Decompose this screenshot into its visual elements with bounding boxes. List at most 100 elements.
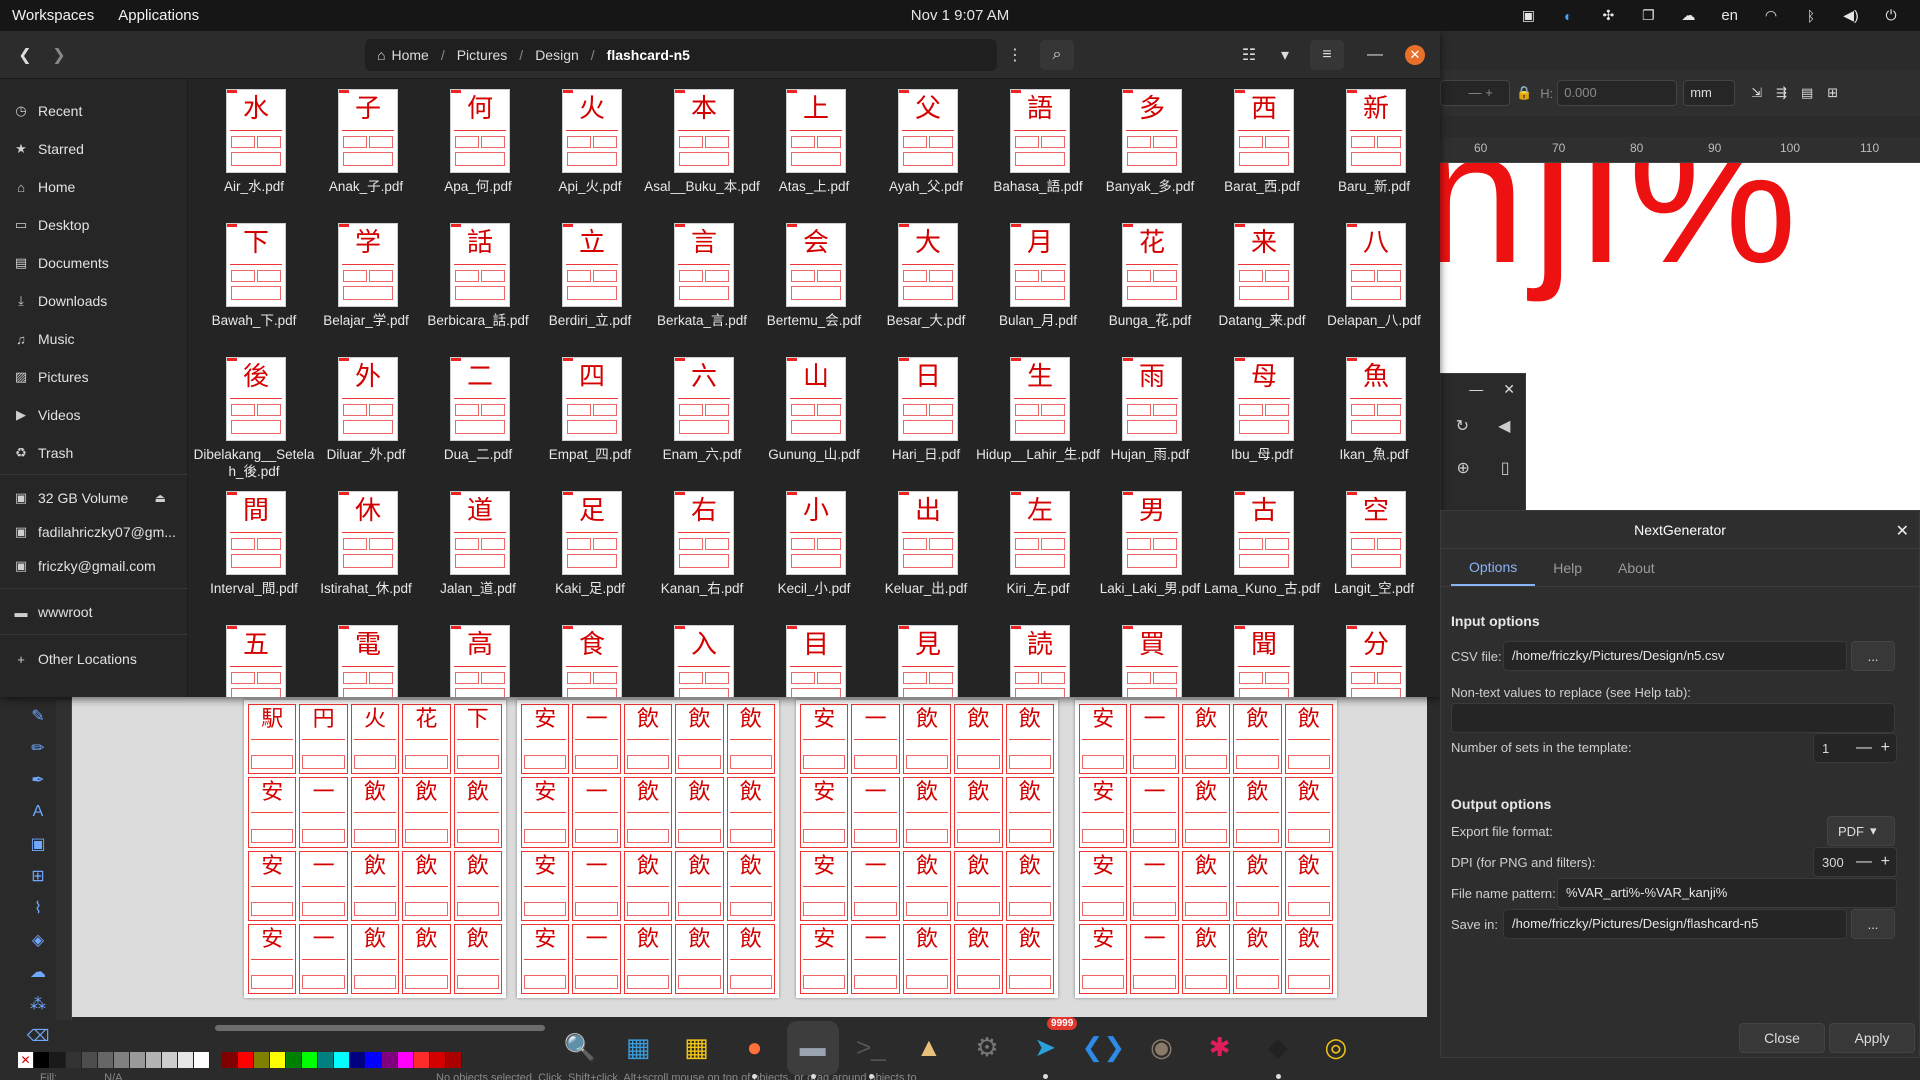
template-page[interactable]: 安一飲飲飲安一飲飲飲安一飲飲飲安一飲飲飲 [1075, 700, 1337, 998]
canvas-text[interactable]: nji% [1440, 163, 1803, 306]
flashcard[interactable]: 飲 [675, 923, 724, 994]
chevron-left-icon[interactable]: ◀ [1498, 416, 1510, 436]
file-item[interactable]: 生 Hidup__Lahir_生.pdf [976, 351, 1100, 485]
file-item[interactable]: 山 Gunung_山.pdf [758, 351, 870, 485]
sidebar-item-other-locations[interactable]: + Other Locations [0, 644, 188, 674]
main-menu-button[interactable]: ≡ [1310, 40, 1344, 70]
file-item[interactable]: 読 [982, 619, 1094, 697]
color-palette[interactable]: ✕ [18, 1052, 462, 1068]
flashcard[interactable]: 安 [800, 923, 849, 994]
scale-stroke-icon[interactable]: ⇶ [1776, 85, 1787, 101]
file-item[interactable]: 語 Bahasa_語.pdf [982, 83, 1094, 217]
back-button[interactable]: ❮ [8, 40, 42, 70]
color-icon[interactable]: ◐ [1551, 0, 1585, 31]
flashcard[interactable]: 飲 [726, 777, 775, 848]
file-item[interactable]: 多 Banyak_多.pdf [1094, 83, 1206, 217]
files-icon[interactable]: ▬ [786, 1020, 839, 1079]
flashcard[interactable]: 飲 [675, 777, 724, 848]
file-item[interactable]: 子 Anak_子.pdf [310, 83, 422, 217]
close-button[interactable]: ✕ [1405, 45, 1425, 65]
puzzle-icon[interactable]: ✣ [1591, 0, 1625, 31]
breadcrumb-pictures[interactable]: Pictures [457, 47, 508, 63]
flashcard[interactable]: 飲 [402, 777, 451, 848]
file-item[interactable]: 魚 Ikan_魚.pdf [1318, 351, 1430, 485]
file-item[interactable]: 母 Ibu_母.pdf [1206, 351, 1318, 485]
file-item[interactable]: 言 Berkata_言.pdf [646, 217, 758, 351]
mesh-tool-icon[interactable]: ⊞ [18, 860, 58, 892]
text-tool-icon[interactable]: A [18, 796, 58, 828]
file-item[interactable]: 火 Api_火.pdf [534, 83, 646, 217]
flashcard[interactable]: 飲 [954, 704, 1003, 775]
file-item[interactable]: 大 Besar_大.pdf [870, 217, 982, 351]
clock[interactable]: Nov 1 9:07 AM [911, 7, 1009, 24]
flashcard[interactable]: 一 [572, 704, 621, 775]
flashcard[interactable]: 飲 [954, 923, 1003, 994]
close-button[interactable]: Close [1739, 1023, 1825, 1053]
csv-file-field[interactable]: /home/friczky/Pictures/Design/n5.csv [1503, 641, 1847, 671]
eraser-tool-icon[interactable]: ⌫ [18, 1020, 58, 1052]
flashcard[interactable]: 安 [1079, 850, 1128, 921]
settings-icon[interactable]: ⚙ [961, 1021, 1013, 1075]
template-page[interactable]: 駅円火花下安一飲飲飲安一飲飲飲安一飲飲飲 [244, 700, 506, 998]
flashcard[interactable]: 飲 [453, 850, 502, 921]
sidebar-item-trash[interactable]: ♻ Trash [0, 438, 188, 468]
color-swatch[interactable] [254, 1052, 270, 1068]
file-item[interactable]: 見 [870, 619, 982, 697]
file-item[interactable]: 足 Kaki_足.pdf [534, 485, 646, 619]
close-icon[interactable]: ✕ [1503, 381, 1515, 398]
screenshot-app-icon[interactable]: ▦ [612, 1021, 664, 1075]
file-item[interactable]: 六 Enam_六.pdf [646, 351, 758, 485]
color-swatch[interactable] [114, 1052, 130, 1068]
color-swatch[interactable] [238, 1052, 254, 1068]
workspaces-button[interactable]: Workspaces [0, 7, 106, 24]
flashcard[interactable]: 安 [521, 850, 570, 921]
firefox-icon[interactable]: ● [728, 1021, 780, 1079]
flashcard[interactable]: 飲 [350, 777, 400, 848]
flashcard[interactable]: 飲 [954, 850, 1003, 921]
flashcard[interactable]: 飲 [1181, 923, 1231, 994]
wifi-icon[interactable]: ◠ [1754, 0, 1788, 31]
file-item[interactable]: 買 [1094, 619, 1206, 697]
plus-icon[interactable]: + [1875, 739, 1896, 757]
window-icon[interactable]: ❐ [1631, 0, 1665, 31]
file-item[interactable]: 入 [646, 619, 758, 697]
sidebar-item-volume[interactable]: ▣ 32 GB Volume ⏏ [0, 483, 188, 513]
flashcard[interactable]: 飲 [726, 704, 775, 775]
flashcard[interactable]: 飲 [350, 850, 400, 921]
breadcrumb-design[interactable]: Design [535, 47, 579, 63]
sidebar-item-home[interactable]: ⌂ Home [0, 172, 188, 202]
tab-options[interactable]: Options [1451, 549, 1536, 586]
apply-button[interactable]: Apply [1829, 1023, 1915, 1053]
flashcard[interactable]: 安 [800, 704, 849, 775]
flashcard[interactable]: 飲 [675, 850, 724, 921]
zoom-icon[interactable]: ⊕ [1456, 458, 1469, 478]
csv-browse-button[interactable]: ... [1851, 641, 1895, 671]
color-swatch[interactable] [302, 1052, 318, 1068]
flashcard[interactable]: 一 [299, 777, 348, 848]
flashcard[interactable]: 安 [521, 777, 570, 848]
sidebar-item-music[interactable]: ♫ Music [0, 324, 188, 354]
flashcard[interactable]: 安 [1079, 777, 1128, 848]
color-swatch[interactable] [82, 1052, 98, 1068]
pencil-tool-icon[interactable]: ✏ [18, 732, 58, 764]
file-item[interactable]: 聞 [1206, 619, 1318, 697]
flashcard[interactable]: 飲 [1181, 777, 1231, 848]
color-swatch[interactable] [414, 1052, 430, 1068]
flashcard[interactable]: 安 [521, 923, 570, 994]
sidebar-item-wwwroot[interactable]: ▬ wwwroot [0, 597, 188, 627]
file-item[interactable]: 何 Apa_何.pdf [422, 83, 534, 217]
transform-icon[interactable]: ⇲ [1751, 85, 1762, 101]
file-item[interactable]: 休 Istirahat_休.pdf [310, 485, 422, 619]
nontext-field[interactable] [1451, 703, 1895, 733]
flashcard[interactable]: 花 [402, 704, 451, 775]
color-swatch[interactable] [366, 1052, 382, 1068]
file-item[interactable]: 話 Berbicara_話.pdf [422, 217, 534, 351]
bluetooth-icon[interactable]: ᛒ [1794, 0, 1828, 31]
file-item[interactable]: 新 Baru_新.pdf [1318, 83, 1430, 217]
flashcard[interactable]: 飲 [1005, 704, 1054, 775]
file-item[interactable]: 日 Hari_日.pdf [870, 351, 982, 485]
file-item[interactable]: 高 [422, 619, 534, 697]
color-swatch[interactable] [382, 1052, 398, 1068]
file-item[interactable]: 食 [534, 619, 646, 697]
color-swatch[interactable] [50, 1052, 66, 1068]
